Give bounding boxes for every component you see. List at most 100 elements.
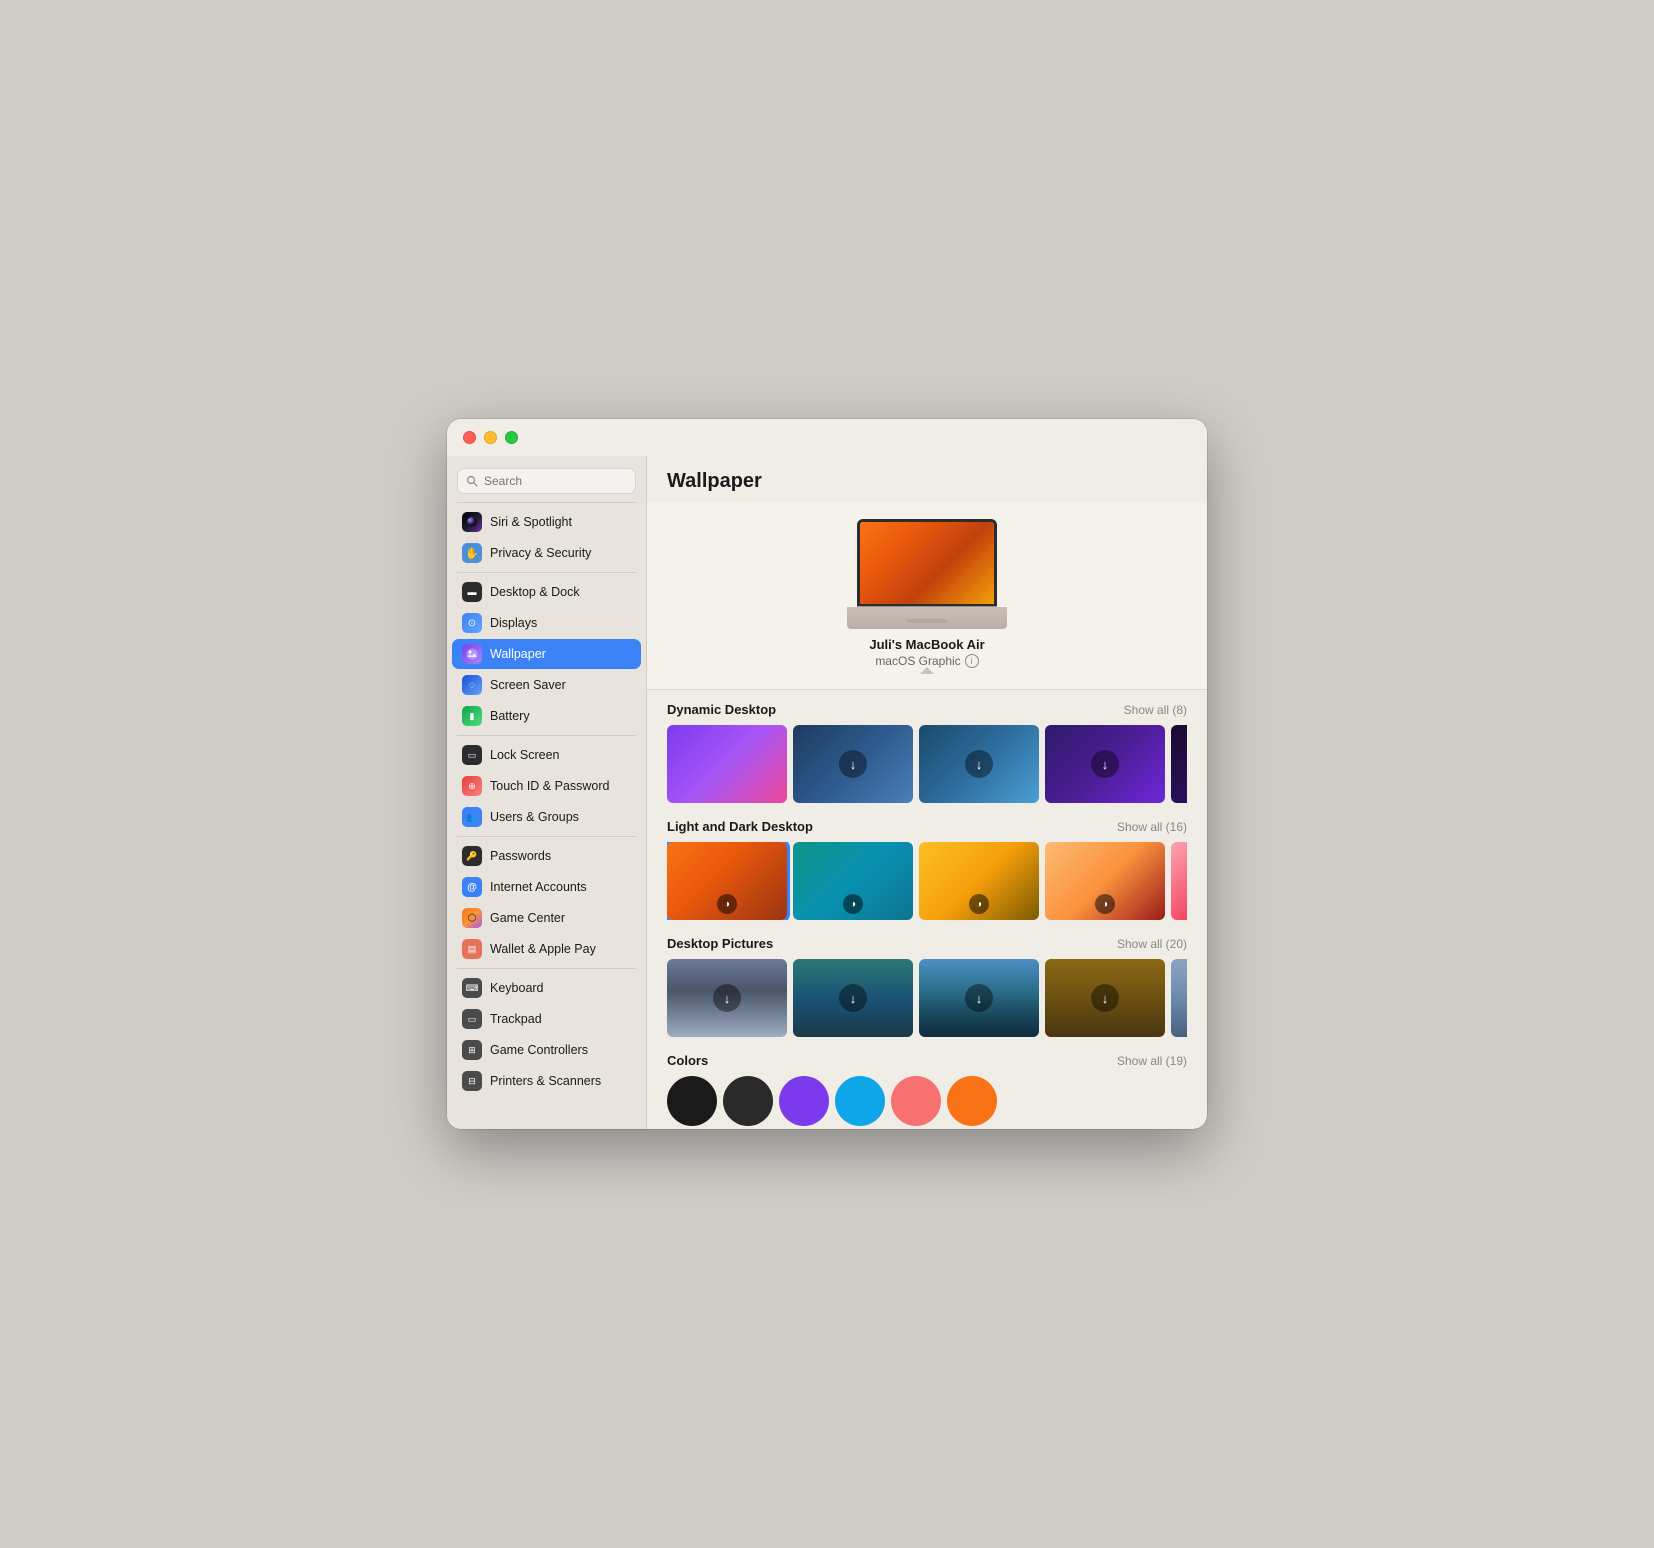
wallpaper-thumb[interactable]: ↓ xyxy=(793,959,913,1037)
wallpaper-thumb[interactable]: ↓ xyxy=(919,725,1039,803)
sidebar-item-gamecontrollers[interactable]: ⊞ Game Controllers xyxy=(452,1035,641,1065)
sidebar-separator-4 xyxy=(457,836,636,837)
sidebar-item-users[interactable]: 👥 Users & Groups xyxy=(452,802,641,832)
sidebar-item-label: Users & Groups xyxy=(490,810,579,824)
wallpaper-thumb[interactable]: ↓ xyxy=(667,959,787,1037)
users-icon: 👥 xyxy=(462,807,482,827)
search-icon xyxy=(466,475,478,487)
maximize-button[interactable] xyxy=(505,431,518,444)
sidebar-item-label: Siri & Spotlight xyxy=(490,515,572,529)
sidebar-item-wallet[interactable]: ▤ Wallet & Apple Pay xyxy=(452,934,641,964)
sidebar-item-label: Keyboard xyxy=(490,981,544,995)
sidebar-item-label: Privacy & Security xyxy=(490,546,591,560)
light-dark-grid: ◑ ◑ ◑ ◑ ◑ xyxy=(667,842,1187,920)
download-badge: ↓ xyxy=(965,750,993,778)
wallpaper-thumb[interactable]: ↓ xyxy=(1045,725,1165,803)
color-swatch[interactable] xyxy=(835,1076,885,1126)
main-content: Wallpaper Juli's MacBook Air macOS Graph… xyxy=(647,456,1207,1129)
wallet-icon: ▤ xyxy=(462,939,482,959)
color-swatch[interactable] xyxy=(779,1076,829,1126)
download-badge: ↓ xyxy=(713,984,741,1012)
device-name: Juli's MacBook Air xyxy=(869,637,984,652)
colors-header: Colors Show all (19) xyxy=(667,1053,1187,1068)
search-input[interactable] xyxy=(484,474,627,488)
sidebar-item-screensaver[interactable]: ◌ Screen Saver xyxy=(452,670,641,700)
preview-section: Juli's MacBook Air macOS Graphic i xyxy=(647,503,1207,690)
wallpaper-thumb[interactable] xyxy=(1171,725,1187,803)
passwords-icon: 🔑 xyxy=(462,846,482,866)
sidebar-item-wallpaper[interactable]: Wallpaper xyxy=(452,639,641,669)
colors-grid xyxy=(667,1076,1187,1126)
main-header: Wallpaper xyxy=(647,456,1207,503)
keyboard-icon: ⌨ xyxy=(462,978,482,998)
download-badge: ↓ xyxy=(839,750,867,778)
sidebar: Siri & Spotlight ✋ Privacy & Security ▬ … xyxy=(447,456,647,1129)
colors-show-all[interactable]: Show all (19) xyxy=(1117,1054,1187,1068)
wallpaper-thumb[interactable]: ◑ xyxy=(919,842,1039,920)
sidebar-item-label: Internet Accounts xyxy=(490,880,587,894)
light-dark-badge: ◑ xyxy=(717,894,737,914)
sidebar-item-gamecenter[interactable]: ⬡ Game Center xyxy=(452,903,641,933)
info-button[interactable]: i xyxy=(965,654,979,668)
sidebar-item-label: Wallet & Apple Pay xyxy=(490,942,596,956)
sidebar-item-trackpad[interactable]: ▭ Trackpad xyxy=(452,1004,641,1034)
sidebar-separator-3 xyxy=(457,735,636,736)
colors-title: Colors xyxy=(667,1053,708,1068)
gamecontrollers-icon: ⊞ xyxy=(462,1040,482,1060)
wallpaper-thumb[interactable]: ◑ xyxy=(667,842,787,920)
laptop-screen xyxy=(857,519,997,607)
desktop-pictures-title: Desktop Pictures xyxy=(667,936,773,951)
internet-icon: @ xyxy=(462,877,482,897)
desktop-pictures-grid: ↓ ↓ ↓ ↓ xyxy=(667,959,1187,1037)
wallpaper-thumb[interactable] xyxy=(667,725,787,803)
battery-icon: ▮ xyxy=(462,706,482,726)
color-swatch[interactable] xyxy=(891,1076,941,1126)
sidebar-item-label: Touch ID & Password xyxy=(490,779,610,793)
close-button[interactable] xyxy=(463,431,476,444)
collapse-chevron-icon[interactable] xyxy=(920,667,934,674)
laptop-base xyxy=(847,607,1007,629)
sidebar-item-label: Trackpad xyxy=(490,1012,542,1026)
lockscreen-icon: ▭ xyxy=(462,745,482,765)
wallpaper-thumb[interactable]: ◑ xyxy=(1171,842,1187,920)
wallpaper-thumb[interactable]: ◑ xyxy=(1045,842,1165,920)
search-bar[interactable] xyxy=(457,468,636,494)
sidebar-item-siri-spotlight[interactable]: Siri & Spotlight xyxy=(452,507,641,537)
sidebar-item-label: Screen Saver xyxy=(490,678,566,692)
sidebar-item-label: Desktop & Dock xyxy=(490,585,580,599)
dynamic-desktop-show-all[interactable]: Show all (8) xyxy=(1124,703,1187,717)
sidebar-item-displays[interactable]: ⊙ Displays xyxy=(452,608,641,638)
sidebar-item-label: Wallpaper xyxy=(490,647,546,661)
light-dark-badge: ◑ xyxy=(969,894,989,914)
color-swatch[interactable] xyxy=(723,1076,773,1126)
wallpaper-thumb[interactable]: ↓ xyxy=(1045,959,1165,1037)
light-dark-badge: ◑ xyxy=(843,894,863,914)
download-badge: ↓ xyxy=(965,984,993,1012)
screensaver-icon: ◌ xyxy=(462,675,482,695)
light-dark-show-all[interactable]: Show all (16) xyxy=(1117,820,1187,834)
sidebar-item-passwords[interactable]: 🔑 Passwords xyxy=(452,841,641,871)
content-area: Siri & Spotlight ✋ Privacy & Security ▬ … xyxy=(447,456,1207,1129)
sidebar-item-lockscreen[interactable]: ▭ Lock Screen xyxy=(452,740,641,770)
wallpaper-thumb[interactable]: ↓ xyxy=(919,959,1039,1037)
sidebar-separator-2 xyxy=(457,572,636,573)
sidebar-item-privacy-security[interactable]: ✋ Privacy & Security xyxy=(452,538,641,568)
sidebar-item-label: Printers & Scanners xyxy=(490,1074,601,1088)
sidebar-item-label: Lock Screen xyxy=(490,748,559,762)
wallpaper-thumb[interactable] xyxy=(1171,959,1187,1037)
sidebar-item-touchid[interactable]: ⊕ Touch ID & Password xyxy=(452,771,641,801)
color-swatch[interactable] xyxy=(947,1076,997,1126)
sidebar-item-keyboard[interactable]: ⌨ Keyboard xyxy=(452,973,641,1003)
desktop-pictures-show-all[interactable]: Show all (20) xyxy=(1117,937,1187,951)
device-subtitle: macOS Graphic i xyxy=(875,654,978,668)
sidebar-item-printers[interactable]: ⊟ Printers & Scanners xyxy=(452,1066,641,1096)
color-swatch[interactable] xyxy=(667,1076,717,1126)
sidebar-item-internet[interactable]: @ Internet Accounts xyxy=(452,872,641,902)
sidebar-item-label: Game Center xyxy=(490,911,565,925)
desktop-pictures-header: Desktop Pictures Show all (20) xyxy=(667,936,1187,951)
wallpaper-thumb[interactable]: ↓ xyxy=(793,725,913,803)
minimize-button[interactable] xyxy=(484,431,497,444)
sidebar-item-desktop-dock[interactable]: ▬ Desktop & Dock xyxy=(452,577,641,607)
sidebar-item-battery[interactable]: ▮ Battery xyxy=(452,701,641,731)
wallpaper-thumb[interactable]: ◑ xyxy=(793,842,913,920)
